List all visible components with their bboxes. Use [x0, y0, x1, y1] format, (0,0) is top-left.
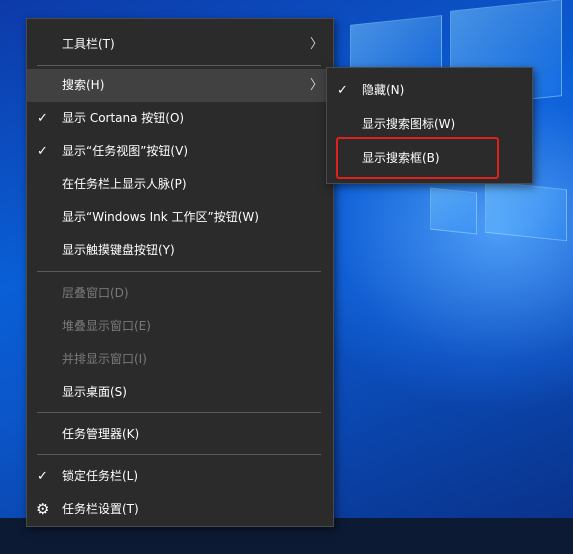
- checkmark-icon: ✓: [337, 83, 348, 98]
- menu-item-label: 显示“Windows Ink 工作区”按钮(W): [62, 210, 259, 224]
- menu-item-lock-taskbar[interactable]: ✓ 锁定任务栏(L): [27, 460, 333, 493]
- submenu-item-hidden[interactable]: ✓ 隐藏(N): [327, 74, 532, 107]
- menu-item-label: 显示“任务视图”按钮(V): [62, 144, 189, 158]
- menu-item-label: 堆叠显示窗口(E): [62, 319, 151, 333]
- taskbar-context-menu: 工具栏(T) 〉 搜索(H) 〉 ✓ 显示 Cortana 按钮(O) ✓ 显示…: [26, 18, 334, 527]
- menu-item-search[interactable]: 搜索(H) 〉: [27, 69, 333, 102]
- menu-item-task-manager[interactable]: 任务管理器(K): [27, 418, 333, 451]
- menu-item-label: 在任务栏上显示人脉(P): [62, 177, 187, 191]
- menu-item-toolbars[interactable]: 工具栏(T) 〉: [27, 28, 333, 61]
- menu-item-show-task-view-button[interactable]: ✓ 显示“任务视图”按钮(V): [27, 135, 333, 168]
- menu-item-label: 层叠窗口(D): [62, 286, 129, 300]
- menu-item-taskbar-settings[interactable]: ⚙ 任务栏设置(T): [27, 493, 333, 526]
- menu-separator: [37, 271, 321, 272]
- menu-item-label: 工具栏(T): [62, 37, 115, 51]
- gear-icon: ⚙: [36, 500, 50, 518]
- menu-item-label: 任务管理器(K): [62, 427, 140, 441]
- menu-item-label: 显示触摸键盘按钮(Y): [62, 243, 175, 257]
- menu-item-label: 搜索(H): [62, 78, 105, 92]
- menu-separator: [37, 65, 321, 66]
- menu-item-label: 锁定任务栏(L): [62, 469, 139, 483]
- menu-item-show-cortana-button[interactable]: ✓ 显示 Cortana 按钮(O): [27, 102, 333, 135]
- chevron-right-icon: 〉: [309, 37, 323, 52]
- menu-item-cascade-windows: 层叠窗口(D): [27, 277, 333, 310]
- checkmark-icon: ✓: [37, 111, 48, 126]
- menu-item-show-windows-ink-button[interactable]: 显示“Windows Ink 工作区”按钮(W): [27, 201, 333, 234]
- menu-item-stack-windows: 堆叠显示窗口(E): [27, 310, 333, 343]
- menu-item-label: 任务栏设置(T): [62, 502, 139, 516]
- menu-item-show-desktop[interactable]: 显示桌面(S): [27, 376, 333, 409]
- wallpaper-pane: [430, 187, 477, 235]
- menu-item-label: 隐藏(N): [362, 83, 405, 97]
- wallpaper-pane: [485, 180, 567, 242]
- menu-item-show-touch-keyboard-button[interactable]: 显示触摸键盘按钮(Y): [27, 234, 333, 267]
- menu-item-side-by-side-windows: 并排显示窗口(I): [27, 343, 333, 376]
- highlight-annotation-box: [336, 137, 499, 179]
- menu-item-label: 显示桌面(S): [62, 385, 127, 399]
- chevron-right-icon: 〉: [309, 78, 323, 93]
- menu-item-label: 并排显示窗口(I): [62, 352, 147, 366]
- menu-separator: [37, 454, 321, 455]
- menu-item-show-people[interactable]: 在任务栏上显示人脉(P): [27, 168, 333, 201]
- menu-item-label: 显示 Cortana 按钮(O): [62, 111, 185, 125]
- menu-separator: [37, 412, 321, 413]
- checkmark-icon: ✓: [37, 144, 48, 159]
- checkmark-icon: ✓: [37, 469, 48, 484]
